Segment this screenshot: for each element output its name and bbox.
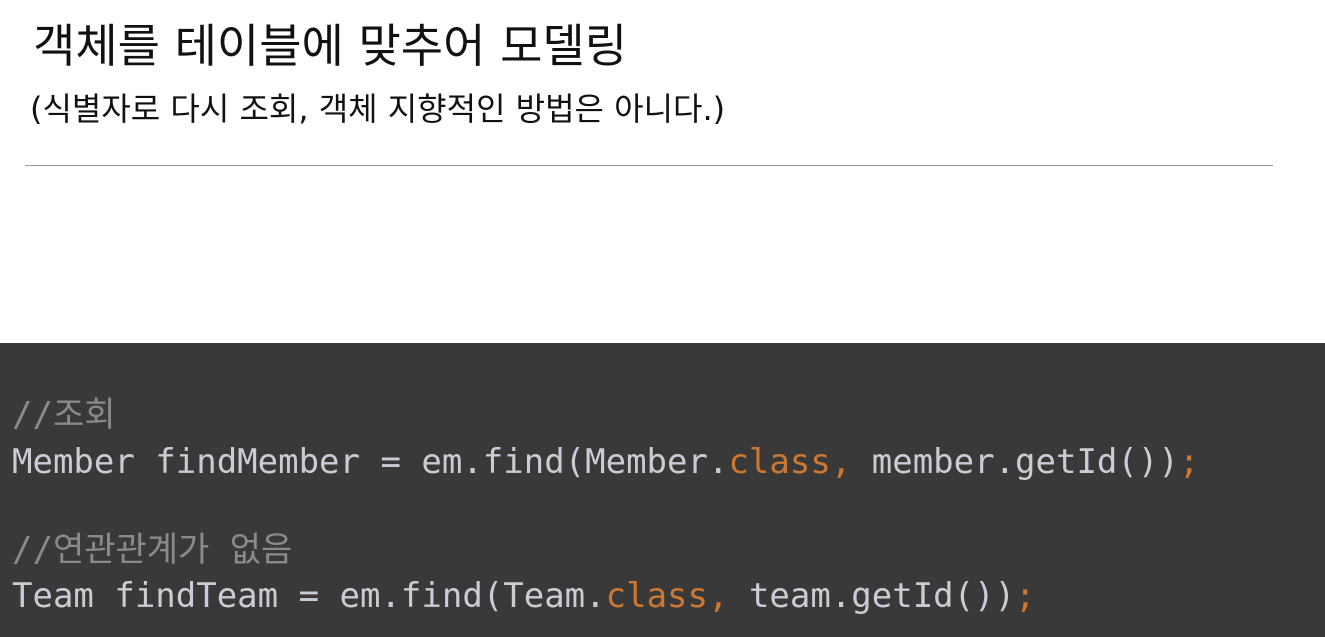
code-text: member.getId()): [851, 442, 1179, 482]
code-text: Team findTeam = em.find(Team.: [12, 576, 606, 616]
code-punctuation: ,: [830, 442, 852, 482]
code-text: Member findMember = em.find(Member.: [12, 442, 729, 482]
code-keyword: class: [728, 442, 831, 482]
code-text: team.getId()): [728, 576, 1016, 616]
code-comment-lookup: //조회: [12, 395, 116, 435]
code-line-find-member: Member findMember = em.find(Member.class…: [12, 440, 1199, 484]
code-block: //조회 Member findMember = em.find(Member.…: [0, 343, 1325, 637]
code-keyword: class: [605, 576, 708, 616]
page-title: 객체를 테이블에 맞추어 모델링: [33, 19, 628, 73]
title-divider: [25, 165, 1273, 166]
code-punctuation: ;: [1178, 442, 1200, 482]
code-comment-no-relation: //연관관계가 없음: [12, 530, 293, 570]
code-punctuation: ,: [707, 576, 729, 616]
code-line-find-team: Team findTeam = em.find(Team.class, team…: [12, 574, 1036, 618]
code-punctuation: ;: [1015, 576, 1036, 616]
page-subtitle: (식별자로 다시 조회, 객체 지향적인 방법은 아니다.): [30, 90, 726, 128]
